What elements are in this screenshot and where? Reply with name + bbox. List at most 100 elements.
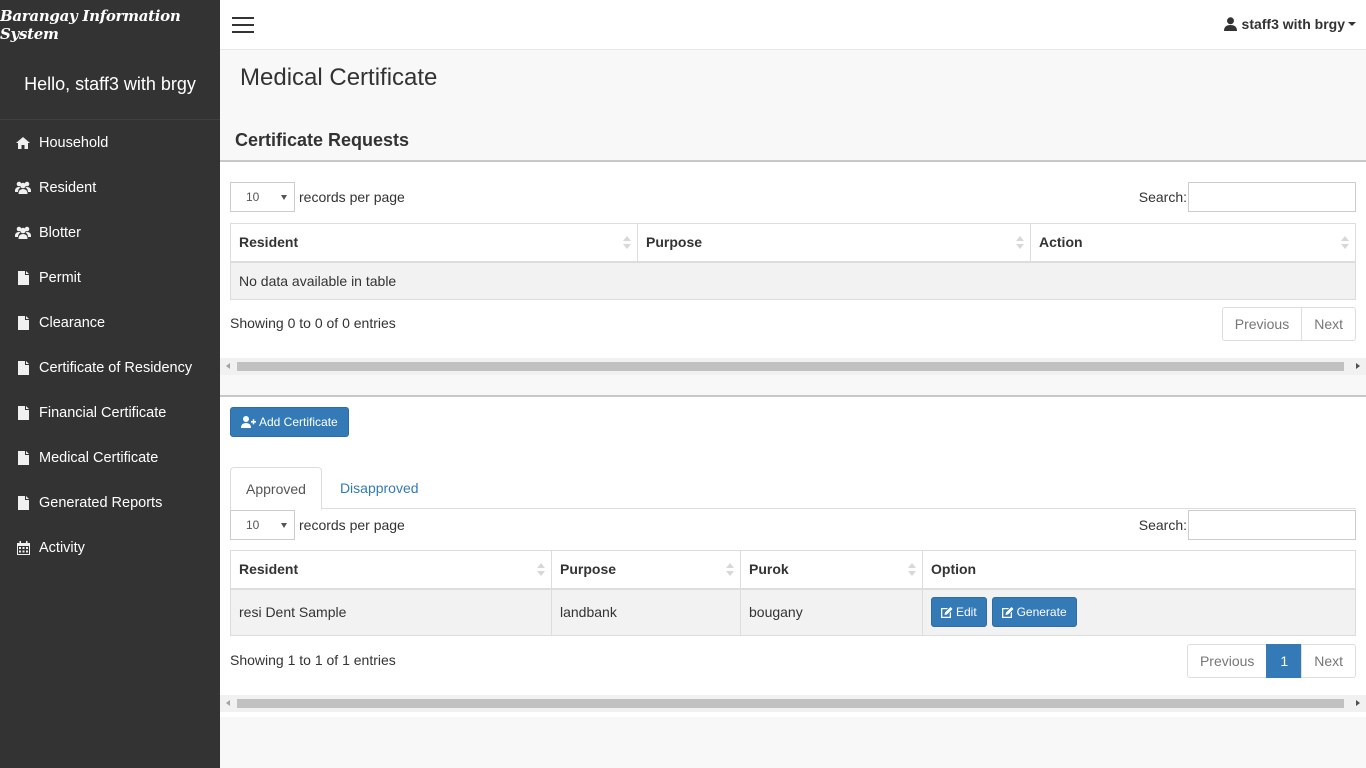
user-name: staff3 with brgy [1241, 16, 1345, 32]
sidebar-item-medical-certificate[interactable]: Medical Certificate [0, 435, 220, 480]
search-label: Search: [1138, 189, 1187, 205]
requests-table: Resident Purpose Action No data availabl… [230, 223, 1356, 300]
tab-approved[interactable]: Approved [230, 467, 322, 510]
edit-icon [941, 606, 953, 618]
sidebar-item-label: Certificate of Residency [39, 359, 193, 376]
empty-message: No data available in table [230, 261, 1356, 300]
scrollbar-thumb[interactable] [237, 699, 1344, 708]
menu-toggle-icon[interactable] [232, 17, 254, 33]
column-header-purok[interactable]: Purok [740, 550, 923, 590]
search-input[interactable] [1188, 182, 1356, 212]
scroll-right-icon[interactable] [1356, 363, 1360, 369]
table-header-row: Resident Purpose Purok Option [230, 550, 1356, 590]
scrollbar-thumb[interactable] [237, 362, 1344, 371]
records-per-page-select[interactable]: 10 [230, 182, 295, 212]
sidebar-item-activity[interactable]: Activity [0, 525, 220, 570]
sidebar-item-permit[interactable]: Permit [0, 255, 220, 300]
records-per-page-control: 10 records per page [230, 510, 405, 540]
user-greeting: Hello, staff3 with brgy [0, 50, 220, 120]
sidebar: Barangay Information System Hello, staff… [0, 0, 220, 768]
sidebar-item-financial-certificate[interactable]: Financial Certificate [0, 390, 220, 435]
table-info: Showing 1 to 1 of 1 entries [230, 652, 396, 668]
sidebar-item-label: Permit [39, 269, 81, 286]
records-per-page-label: records per page [299, 189, 405, 205]
horizontal-scrollbar[interactable] [220, 358, 1366, 375]
page-title: Medical Certificate [240, 64, 438, 91]
main-content: Medical Certificate Certificate Requests… [220, 50, 1366, 768]
cell-purok: bougany [740, 588, 923, 636]
home-icon [15, 136, 31, 150]
users-icon [15, 181, 31, 195]
pagination-next[interactable]: Next [1301, 644, 1356, 678]
select-value: 10 [246, 190, 260, 204]
sort-icon [726, 563, 734, 577]
select-arrow-icon [281, 523, 287, 528]
sidebar-item-certificate-of-residency[interactable]: Certificate of Residency [0, 345, 220, 390]
file-icon [15, 360, 31, 375]
pagination-previous[interactable]: Previous [1186, 644, 1268, 678]
sidebar-item-resident[interactable]: Resident [0, 165, 220, 210]
table-row: No data available in table [230, 261, 1356, 300]
file-icon [15, 495, 31, 510]
edit-button[interactable]: Edit [931, 597, 987, 628]
file-icon [15, 315, 31, 330]
sidebar-item-label: Generated Reports [39, 494, 163, 511]
horizontal-scrollbar[interactable] [220, 695, 1366, 712]
search-label: Search: [1138, 517, 1187, 533]
file-icon [15, 450, 31, 465]
scroll-left-icon[interactable] [226, 700, 230, 706]
user-dropdown[interactable]: staff3 with brgy [1223, 16, 1356, 32]
sort-icon [1341, 236, 1349, 250]
sidebar-item-label: Activity [39, 539, 85, 556]
pagination-next[interactable]: Next [1301, 307, 1356, 341]
sidebar-item-label: Medical Certificate [39, 449, 159, 466]
pagination-previous[interactable]: Previous [1221, 307, 1303, 341]
search-control: Search: [1139, 510, 1356, 540]
sidebar-item-label: Household [39, 134, 109, 151]
calendar-icon [15, 540, 31, 555]
cell-resident: resi Dent Sample [230, 588, 552, 636]
select-value: 10 [246, 518, 260, 532]
chevron-down-icon [1348, 22, 1356, 26]
cell-option: Edit Generate [922, 588, 1356, 636]
sidebar-item-generated-reports[interactable]: Generated Reports [0, 480, 220, 525]
records-per-page-select[interactable]: 10 [230, 510, 295, 540]
approved-table: Resident Purpose Purok Option resi Dent … [230, 550, 1356, 636]
user-icon [1223, 17, 1237, 31]
column-header-option: Option [922, 550, 1356, 590]
column-header-purpose[interactable]: Purpose [551, 550, 741, 590]
column-header-resident[interactable]: Resident [230, 223, 638, 263]
sidebar-item-blotter[interactable]: Blotter [0, 210, 220, 255]
records-per-page-label: records per page [299, 517, 405, 533]
sidebar-item-household[interactable]: Household [0, 120, 220, 165]
cell-purpose: landbank [551, 588, 741, 636]
tab-disapproved[interactable]: Disapproved [322, 467, 437, 509]
sort-icon [623, 236, 631, 250]
users-icon [15, 226, 31, 240]
column-header-purpose[interactable]: Purpose [637, 223, 1031, 263]
user-plus-icon [241, 416, 256, 428]
sidebar-item-clearance[interactable]: Clearance [0, 300, 220, 345]
pagination: Previous Next [1221, 307, 1356, 341]
column-header-action[interactable]: Action [1030, 223, 1356, 263]
table-row: resi Dent Sample landbank bougany Edit G… [230, 588, 1356, 636]
sidebar-item-label: Financial Certificate [39, 404, 167, 421]
sort-icon [908, 563, 916, 577]
add-certificate-button[interactable]: Add Certificate [230, 407, 349, 437]
scroll-right-icon[interactable] [1356, 700, 1360, 706]
sidebar-item-label: Clearance [39, 314, 106, 331]
requests-panel: 10 records per page Search: Resident Pur… [220, 160, 1366, 397]
scroll-spacer [220, 375, 1366, 395]
table-header-row: Resident Purpose Action [230, 223, 1356, 263]
brand-logo[interactable]: Barangay Information System [0, 0, 220, 50]
search-input[interactable] [1188, 510, 1356, 540]
sort-icon [1016, 236, 1024, 250]
records-per-page-control: 10 records per page [230, 182, 405, 212]
edit-icon [1001, 606, 1014, 618]
generate-button[interactable]: Generate [991, 597, 1077, 628]
scroll-left-icon[interactable] [226, 363, 230, 369]
pagination-page-current[interactable]: 1 [1266, 644, 1303, 678]
column-header-resident[interactable]: Resident [230, 550, 552, 590]
file-icon [15, 405, 31, 420]
sidebar-nav: Household Resident Blotter Permit Cleara… [0, 120, 220, 570]
